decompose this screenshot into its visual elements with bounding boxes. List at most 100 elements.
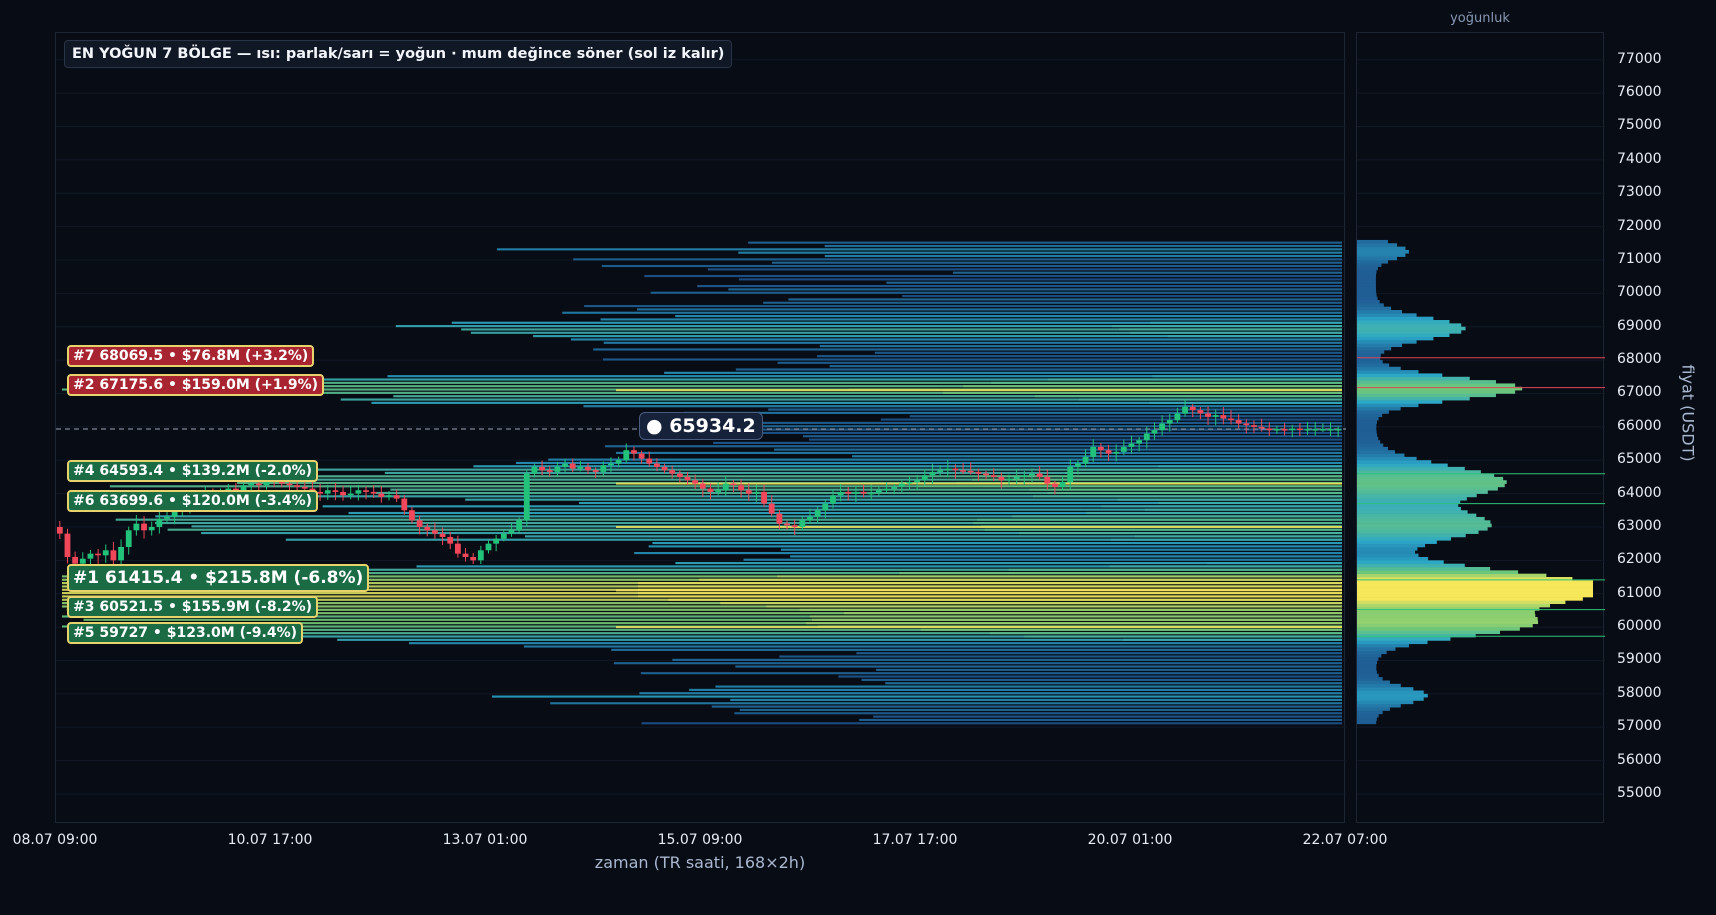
candle-body: [768, 503, 775, 514]
candle-body: [1235, 420, 1242, 424]
heat-band: [573, 258, 1342, 261]
heat-band-core: [1018, 531, 1342, 535]
heat-band-core: [917, 485, 1342, 488]
heat-band: [715, 685, 1342, 688]
density-bar: [1357, 410, 1389, 414]
candle-body: [646, 458, 653, 464]
zone-label-7: #7 68069.5 • $76.8M (+3.2%): [67, 345, 315, 367]
heat-band: [734, 712, 1342, 715]
candle-body: [791, 525, 798, 527]
candle-body: [439, 533, 446, 537]
candle-body: [1251, 425, 1257, 427]
candle-body: [79, 558, 86, 564]
y-tick-label: 73000: [1617, 184, 1662, 201]
heat-band: [584, 305, 1342, 308]
density-bar: [1357, 530, 1479, 534]
candle-body: [64, 533, 71, 557]
heat-band: [603, 358, 1342, 361]
density-bar: [1357, 246, 1406, 251]
heat-band: [562, 311, 1342, 314]
heat-band-core: [1079, 468, 1342, 471]
density-bar: [1357, 703, 1401, 708]
heat-band-core: [720, 602, 1342, 605]
heat-band-core: [1032, 495, 1342, 498]
density-bar: [1357, 476, 1504, 481]
candle-body: [317, 491, 323, 494]
density-bar: [1357, 313, 1417, 317]
y-tick-label: 72000: [1617, 217, 1662, 234]
density-bar: [1357, 370, 1419, 374]
density-bar: [1357, 310, 1402, 314]
candle-body: [906, 481, 913, 484]
density-bar: [1357, 373, 1443, 378]
y-tick-label: 59000: [1617, 651, 1662, 668]
candle-body: [286, 483, 293, 486]
density-bar: [1357, 390, 1516, 394]
density-bar: [1357, 720, 1377, 725]
density-bar: [1357, 526, 1488, 531]
density-bar: [1357, 503, 1459, 508]
candle-body: [868, 492, 875, 495]
heat-band: [735, 665, 1342, 668]
candle-body: [1036, 473, 1043, 477]
heat-band-core: [638, 592, 1342, 595]
candle-body: [1205, 413, 1211, 417]
density-bar: [1357, 343, 1403, 348]
density-bar: [1357, 263, 1382, 267]
density-bar: [1357, 363, 1390, 368]
density-bar: [1357, 383, 1516, 388]
candle-body: [386, 495, 392, 497]
heat-band: [861, 678, 1342, 681]
candle-body: [248, 483, 255, 486]
candle-body: [409, 510, 415, 521]
heat-band-core: [1117, 498, 1342, 501]
candle-body: [470, 556, 477, 561]
density-title: yoğunluk: [1450, 11, 1510, 26]
candle-body: [363, 490, 369, 492]
candle-body: [1319, 429, 1326, 431]
candle-body: [1052, 483, 1058, 487]
heat-band-core: [1110, 538, 1342, 541]
density-bar: [1357, 346, 1392, 351]
density-bar: [1357, 413, 1383, 418]
density-bar: [1357, 273, 1377, 277]
candle-body: [1266, 428, 1273, 431]
heat-band-core: [1119, 328, 1342, 331]
y-tick-label: 75000: [1617, 117, 1662, 134]
density-bar: [1357, 670, 1377, 675]
density-bar: [1357, 650, 1387, 655]
density-bar: [1357, 620, 1539, 625]
y-tick-label: 66000: [1617, 417, 1662, 434]
candle-body: [960, 470, 966, 472]
heat-band-core: [1149, 401, 1342, 404]
density-bar: [1357, 590, 1593, 595]
density-bar: [1357, 283, 1376, 287]
x-tick-label: 22.07 07:00: [1302, 832, 1388, 848]
candle-body: [1304, 429, 1311, 431]
candle-body: [937, 470, 944, 472]
candle-body: [531, 466, 538, 474]
density-bar: [1357, 433, 1378, 438]
heat-band-core: [1109, 565, 1342, 568]
candle-body: [615, 460, 622, 464]
candle-body: [447, 536, 454, 544]
density-bar: [1357, 490, 1488, 494]
candle-body: [699, 483, 706, 489]
candle-body: [738, 485, 745, 491]
heat-band: [856, 652, 1342, 655]
density-bar: [1357, 700, 1414, 705]
density-bar: [1357, 630, 1501, 635]
candle-body: [110, 550, 117, 561]
heat-band: [777, 361, 1342, 364]
heat-band: [886, 281, 1342, 284]
density-bar: [1357, 623, 1533, 628]
candle-body: [255, 483, 262, 486]
candle-body: [1312, 429, 1319, 431]
candle-body: [761, 491, 767, 504]
density-bar: [1357, 269, 1377, 274]
heat-band-core: [638, 595, 1342, 598]
candle-body: [462, 553, 469, 557]
candle-body: [631, 450, 637, 454]
heat-band-core: [1047, 491, 1342, 495]
heat-band-core: [1152, 375, 1342, 378]
